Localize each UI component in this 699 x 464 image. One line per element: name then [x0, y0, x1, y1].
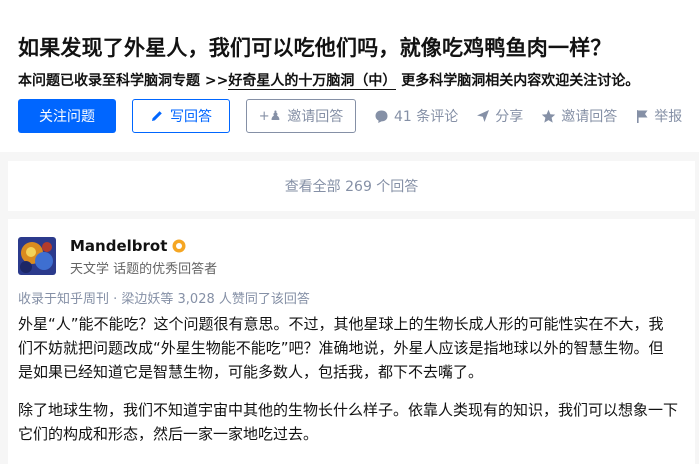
- answer-paragraph: 除了地球生物，我们不知道宇宙中其他的生物长什么样子。依靠人类现有的知识，我们可以…: [18, 401, 679, 443]
- report-label: 举报: [654, 109, 683, 125]
- write-answer-label: 写回答: [170, 109, 212, 125]
- invite-answer-button[interactable]: +♟ 邀请回答: [246, 99, 356, 133]
- share-label: 分享: [495, 109, 524, 125]
- answer-paragraph: 外星“人”能不能吃？这个问题很有意思。不过，其他星球上的生物长成人形的可能性实在…: [18, 315, 664, 381]
- desc-prefix: 本问题已收录至科学脑洞专题 >>: [18, 73, 229, 89]
- follow-question-button[interactable]: 关注问题: [18, 99, 116, 133]
- star-icon: [542, 109, 556, 123]
- comments-count: 41 条评论: [394, 109, 459, 125]
- answer-collected-meta: 收录于知乎周刊 · 梁边妖等 3,028 人赞同了该回答: [18, 292, 310, 307]
- comment-icon: [375, 110, 388, 123]
- comments-link[interactable]: 41 条评论: [374, 106, 458, 126]
- write-answer-button[interactable]: 写回答: [132, 99, 230, 133]
- flag-icon: [637, 109, 648, 123]
- avatar[interactable]: [18, 237, 56, 275]
- view-all-answers-button[interactable]: 查看全部 269 个回答: [8, 161, 695, 211]
- topic-link[interactable]: 好奇星人的十万脑洞（中）: [228, 73, 397, 90]
- question-actions: 关注问题 写回答 +♟ 邀请回答 41 条评论 分享 邀请回答 举报: [18, 99, 682, 133]
- desc-suffix: 更多科学脑洞相关内容欢迎关注讨论。: [401, 73, 640, 89]
- author-name-text: Mandelbrot: [70, 237, 168, 255]
- answer-card: Mandelbrot 天文学 话题的优秀回答者 收录于知乎周刊 · 梁边妖等 3…: [8, 219, 695, 464]
- share-button[interactable]: 分享: [476, 106, 523, 126]
- invite-answer-link[interactable]: 邀请回答: [541, 106, 617, 126]
- invite-answer-label: 邀请回答: [561, 109, 618, 125]
- author-bio: 天文学 话题的优秀回答者: [70, 262, 218, 277]
- share-icon: [477, 110, 490, 122]
- plus-person-icon: +♟: [258, 108, 282, 124]
- excellence-badge-icon: [172, 239, 186, 253]
- question-title: 如果发现了外星人，我们可以吃他们吗，就像吃鸡鸭鱼肉一样？: [18, 36, 612, 60]
- question-description: 本问题已收录至科学脑洞专题 >>好奇星人的十万脑洞（中） 更多科学脑洞相关内容欢…: [18, 70, 639, 90]
- invite-label: 邀请回答: [287, 109, 344, 125]
- pencil-icon: [152, 111, 162, 121]
- author-name[interactable]: Mandelbrot: [70, 237, 186, 255]
- question-header: 如果发现了外星人，我们可以吃他们吗，就像吃鸡鸭鱼肉一样？ 本问题已收录至科学脑洞…: [0, 0, 699, 152]
- report-button[interactable]: 举报: [635, 106, 682, 126]
